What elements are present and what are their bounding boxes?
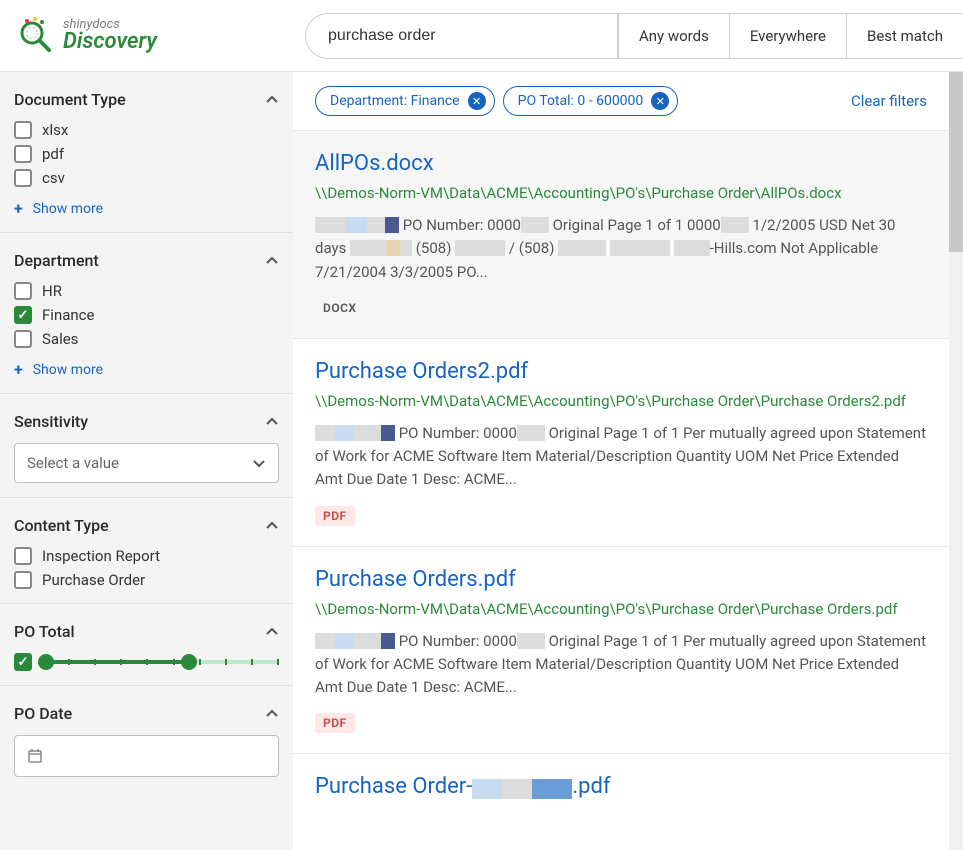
- facet-header-content-type[interactable]: Content Type: [14, 516, 279, 535]
- scrollbar[interactable]: [949, 72, 963, 850]
- chevron-up-icon: [265, 625, 279, 639]
- facet-sensitivity: Sensitivity Select a value: [0, 394, 293, 498]
- show-more-department[interactable]: +Show more: [14, 360, 279, 379]
- file-type-badge: PDF: [315, 713, 355, 733]
- app-header: shinydocs Discovery Any words Everywhere…: [0, 0, 963, 72]
- redacted-text: [315, 633, 395, 649]
- checkbox-inspection-report[interactable]: Inspection Report: [14, 547, 279, 565]
- result-title[interactable]: Purchase Orders.pdf: [315, 567, 927, 592]
- chevron-up-icon: [265, 254, 279, 268]
- result-snippet: PO Number: 0000 Original Page 1 of 1 000…: [315, 214, 927, 284]
- facet-document-type: Document Type xlsx pdf csv +Show more: [0, 72, 293, 233]
- search-result: Purchase Orders.pdf \\Demos-Norm-VM\Data…: [293, 546, 949, 754]
- sensitivity-select[interactable]: Select a value: [14, 443, 279, 483]
- plus-icon: +: [14, 199, 23, 218]
- facet-header-sensitivity[interactable]: Sensitivity: [14, 412, 279, 431]
- slider-handle-max[interactable]: [181, 654, 197, 670]
- checkbox-hr[interactable]: HR: [14, 282, 279, 300]
- redacted-text: [558, 240, 606, 256]
- chevron-down-icon: [252, 456, 266, 470]
- facet-title: Department: [14, 251, 99, 270]
- chevron-up-icon: [265, 519, 279, 533]
- redacted-title: [472, 779, 572, 799]
- facet-title: PO Total: [14, 622, 75, 641]
- file-type-badge: PDF: [315, 506, 355, 526]
- result-path[interactable]: \\Demos-Norm-VM\Data\ACME\Accounting\PO'…: [315, 600, 927, 618]
- result-path[interactable]: \\Demos-Norm-VM\Data\ACME\Accounting\PO'…: [315, 184, 927, 202]
- po-total-slider[interactable]: [42, 659, 279, 665]
- search-sort[interactable]: Best match: [846, 13, 963, 59]
- facet-department: Department HR Finance Sales +Show more: [0, 233, 293, 394]
- facet-header-department[interactable]: Department: [14, 251, 279, 270]
- redacted-text: [610, 240, 670, 256]
- checkbox-finance[interactable]: Finance: [14, 306, 279, 324]
- facet-title: Document Type: [14, 90, 126, 109]
- facet-header-po-date[interactable]: PO Date: [14, 704, 279, 723]
- search-result: Purchase Order-.pdf: [293, 753, 949, 827]
- po-total-enable-checkbox[interactable]: [14, 653, 32, 671]
- redacted-text: [674, 240, 710, 256]
- checkbox-pdf[interactable]: pdf: [14, 145, 279, 163]
- facet-content-type: Content Type Inspection Report Purchase …: [0, 498, 293, 604]
- file-type-badge: DOCX: [315, 298, 365, 318]
- chevron-up-icon: [265, 707, 279, 721]
- result-path[interactable]: \\Demos-Norm-VM\Data\ACME\Accounting\PO'…: [315, 392, 927, 410]
- checkbox-xlsx[interactable]: xlsx: [14, 121, 279, 139]
- redacted-text: [315, 217, 399, 233]
- facet-title: Sensitivity: [14, 412, 88, 431]
- redacted-text: [521, 217, 549, 233]
- filter-chip-department: Department: Finance ✕: [315, 86, 495, 116]
- search-result: Purchase Orders2.pdf \\Demos-Norm-VM\Dat…: [293, 338, 949, 546]
- redacted-text: [517, 633, 545, 649]
- facet-po-date: PO Date: [0, 686, 293, 791]
- result-snippet: PO Number: 0000 Original Page 1 of 1 Per…: [315, 630, 927, 700]
- slider-handle-min[interactable]: [38, 654, 54, 670]
- result-title[interactable]: Purchase Orders2.pdf: [315, 359, 927, 384]
- redacted-text: [350, 240, 412, 256]
- filter-chip-po-total: PO Total: 0 - 600000 ✕: [503, 86, 679, 116]
- app-logo: shinydocs Discovery: [15, 16, 305, 56]
- search-bar: Any words Everywhere Best match: [305, 13, 963, 59]
- remove-filter-icon[interactable]: ✕: [468, 92, 486, 110]
- search-result: AllPOs.docx \\Demos-Norm-VM\Data\ACME\Ac…: [293, 130, 949, 338]
- redacted-text: [315, 425, 395, 441]
- redacted-text: [721, 217, 749, 233]
- checkbox-sales[interactable]: Sales: [14, 330, 279, 348]
- facet-header-po-total[interactable]: PO Total: [14, 622, 279, 641]
- active-filters-bar: Department: Finance ✕ PO Total: 0 - 6000…: [293, 72, 949, 130]
- search-input[interactable]: [305, 13, 618, 59]
- checkbox-csv[interactable]: csv: [14, 169, 279, 187]
- facet-title: Content Type: [14, 516, 109, 535]
- plus-icon: +: [14, 360, 23, 379]
- scrollbar-thumb[interactable]: [949, 72, 963, 252]
- po-date-picker[interactable]: [14, 735, 279, 777]
- facet-title: PO Date: [14, 704, 72, 723]
- result-snippet: PO Number: 0000 Original Page 1 of 1 Per…: [315, 422, 927, 492]
- search-scope[interactable]: Everywhere: [729, 13, 846, 59]
- result-title[interactable]: AllPOs.docx: [315, 151, 927, 176]
- checkbox-purchase-order[interactable]: Purchase Order: [14, 571, 279, 589]
- facets-sidebar: Document Type xlsx pdf csv +Show more De…: [0, 72, 293, 850]
- result-title[interactable]: Purchase Order-.pdf: [315, 774, 927, 799]
- chevron-up-icon: [265, 415, 279, 429]
- calendar-icon: [27, 748, 43, 764]
- search-match-mode[interactable]: Any words: [618, 13, 729, 59]
- remove-filter-icon[interactable]: ✕: [651, 92, 669, 110]
- logo-text-bottom: Discovery: [63, 31, 157, 53]
- facet-po-total: PO Total: [0, 604, 293, 686]
- logo-icon: [15, 16, 55, 56]
- redacted-text: [455, 240, 505, 256]
- results-pane: Department: Finance ✕ PO Total: 0 - 6000…: [293, 72, 963, 850]
- show-more-document-type[interactable]: +Show more: [14, 199, 279, 218]
- redacted-text: [517, 425, 545, 441]
- facet-header-document-type[interactable]: Document Type: [14, 90, 279, 109]
- chevron-up-icon: [265, 93, 279, 107]
- clear-filters-link[interactable]: Clear filters: [851, 92, 927, 110]
